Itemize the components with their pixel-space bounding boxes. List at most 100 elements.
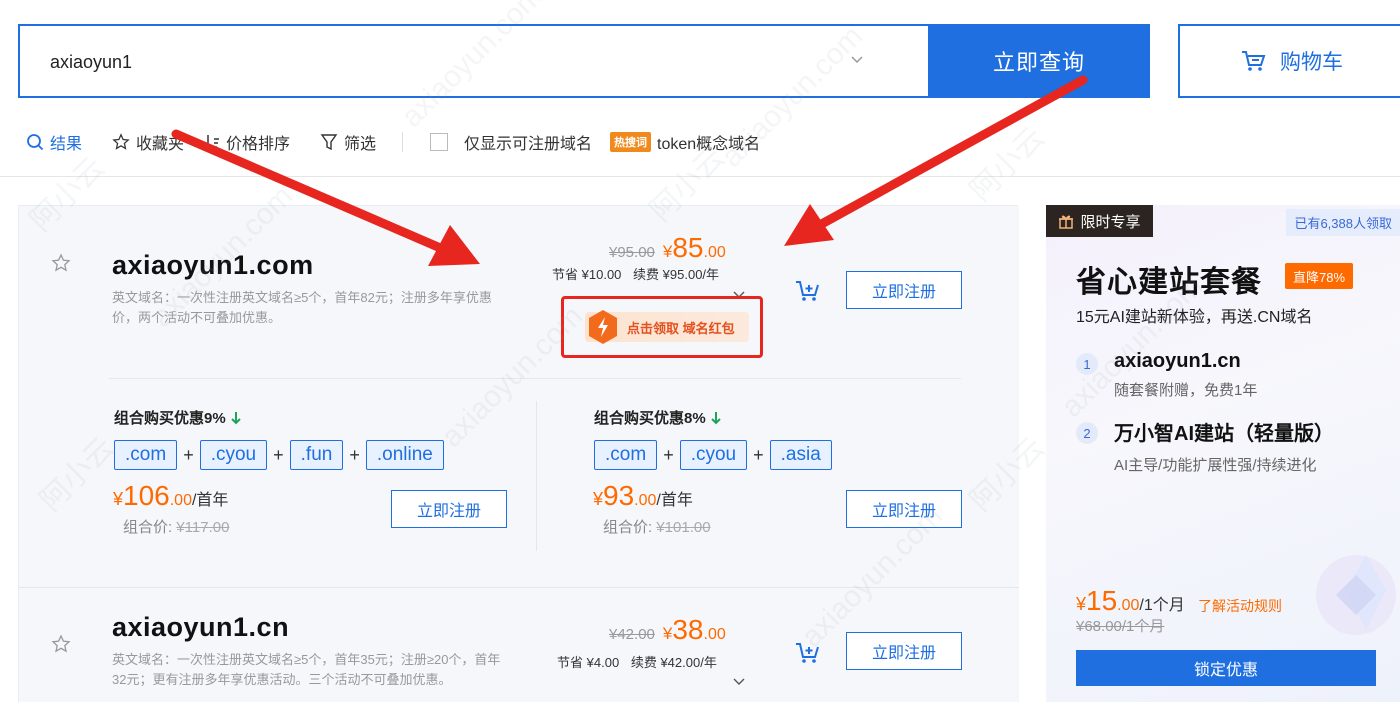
favorite-star-icon[interactable]: [51, 253, 71, 273]
register-button[interactable]: 立即注册: [846, 271, 962, 309]
domain-description: 英文域名：一次性注册英文域名≥5个，首年35元；注册≥20个，首年 32元；更有…: [112, 650, 532, 690]
promo-panel: 限时专享 已有6,388人领取 省心建站套餐 直降78% 15元AI建站新体验，…: [1046, 205, 1400, 702]
plus-sign: +: [183, 444, 194, 465]
price-meta: 节省 ¥10.00 续费 ¥95.00/年: [552, 264, 719, 283]
price-decimal: .00: [169, 492, 192, 509]
promo-item-desc: 随套餐附赠，免费1年: [1114, 382, 1258, 399]
search-input[interactable]: axiaoyun1: [50, 52, 132, 73]
domain-tag: .online: [365, 440, 444, 470]
cart-button[interactable]: 购物车: [1178, 24, 1400, 98]
domain-desc-line: 英文域名：一次性注册英文域名≥5个，首年82元；注册多年享优惠: [112, 290, 492, 305]
promo-item-desc: AI主导/功能扩展性强/持续进化: [1114, 457, 1317, 474]
tab-results[interactable]: 结果: [26, 130, 82, 154]
save-label: 节省: [557, 655, 584, 670]
save-value: ¥4.00: [586, 655, 620, 670]
tab-results-label: 结果: [50, 136, 83, 153]
item-number: 1: [1076, 353, 1098, 375]
limited-offer-text: 限时专享: [1080, 213, 1141, 231]
available-only-checkbox[interactable]: [430, 133, 448, 151]
combo-register-button[interactable]: 立即注册: [391, 490, 507, 528]
cart-icon: [1242, 51, 1266, 71]
star-icon: [112, 133, 130, 150]
renew-label: 续费: [633, 267, 660, 282]
favorite-star-icon[interactable]: [51, 634, 71, 654]
renew-value: ¥42.00/年: [660, 655, 717, 670]
plus-sign: +: [753, 444, 764, 465]
price-integer: 38: [672, 614, 704, 645]
add-to-cart-icon[interactable]: [795, 279, 821, 303]
promo-title: 省心建站套餐: [1076, 266, 1262, 299]
promo-subtitle: 15元AI建站新体验，再送.CN域名: [1076, 309, 1313, 326]
renew-value: ¥95.00/年: [662, 267, 720, 282]
plus-sign: +: [663, 444, 674, 465]
current-price: ¥38.00: [663, 614, 726, 646]
register-button[interactable]: 立即注册: [846, 632, 962, 670]
lightning-hexagon-icon: [589, 310, 617, 344]
combo-register-button[interactable]: 立即注册: [846, 490, 962, 528]
sort-price-label: 价格排序: [226, 136, 291, 153]
plus-sign: +: [349, 444, 360, 465]
domain-name[interactable]: axiaoyun1.cn: [112, 612, 289, 643]
claimed-count: 已有6,388人领取: [1286, 209, 1400, 236]
tab-favorites-label: 收藏夹: [136, 136, 185, 153]
available-only-toggle[interactable]: 仅显示可注册域名: [430, 130, 592, 154]
search-icon: [27, 134, 44, 151]
domain-name[interactable]: axiaoyun1.com: [112, 250, 314, 281]
plus-sign: +: [273, 444, 284, 465]
row-divider: [109, 378, 961, 379]
hot-keyword-link[interactable]: 热搜词 token概念域名: [610, 130, 760, 154]
hot-keyword-label: token概念域名: [657, 136, 761, 153]
domain-results-list: axiaoyun1.com 英文域名：一次性注册英文域名≥5个，首年82元；注册…: [18, 205, 1019, 702]
original-price: ¥95.00: [609, 244, 655, 261]
domain-tag: .com: [594, 440, 658, 470]
price-decimal: .00: [1117, 597, 1140, 614]
down-arrow-icon: [710, 411, 721, 424]
combo-original-price: 组合价: ¥101.00: [603, 516, 711, 537]
combo-divider: [536, 401, 537, 551]
domain-row: axiaoyun1.com 英文域名：一次性注册英文域名≥5个，首年82元；注册…: [19, 206, 1019, 588]
toolbar-divider: [402, 132, 403, 152]
filter-icon: [320, 134, 338, 151]
promo-item-title: axiaoyun1.cn: [1114, 350, 1241, 372]
domain-tag: .fun: [289, 440, 344, 470]
chevron-down-icon[interactable]: [733, 678, 745, 686]
price-symbol: ¥: [662, 242, 673, 261]
tab-favorites[interactable]: 收藏夹: [112, 130, 184, 154]
price-symbol: ¥: [113, 489, 124, 509]
promo-item-title: 万小智AI建站（轻量版）: [1114, 423, 1334, 445]
original-price: ¥42.00: [609, 626, 655, 643]
promo-item: 1 axiaoyun1.cn 随套餐附赠，免费1年: [1076, 350, 1257, 400]
filter-label: 筛选: [344, 136, 377, 153]
add-to-cart-icon[interactable]: [795, 641, 821, 665]
save-value: ¥10.00: [581, 267, 622, 282]
watermark: 阿小云: [963, 120, 1051, 208]
current-price: ¥85.00: [663, 232, 726, 264]
combo-orig-value: ¥101.00: [656, 519, 711, 536]
search-button[interactable]: 立即查询: [928, 24, 1150, 98]
search-input-box[interactable]: axiaoyun1: [18, 24, 928, 98]
domain-tag: .cyou: [199, 440, 268, 470]
price-block: ¥95.00 ¥85.00: [609, 232, 726, 264]
price-decimal: .00: [634, 492, 657, 509]
discount-badge: 直降78%: [1285, 263, 1354, 289]
domain-desc-line: 32元；更有注册多年享优惠活动。三个活动不可叠加优惠。: [112, 672, 452, 687]
price-symbol: ¥: [1076, 594, 1087, 614]
price-decimal: .00: [703, 626, 726, 643]
sort-price-button[interactable]: 价格排序: [204, 130, 290, 154]
renew-label: 续费: [630, 655, 657, 670]
combo-tags: .com + .cyou + .fun + .online: [114, 440, 444, 470]
cart-label: 购物车: [1280, 51, 1343, 74]
header-divider: [0, 176, 1400, 177]
price-integer: 93: [603, 480, 635, 511]
down-arrow-icon: [230, 411, 241, 424]
combo-original-price: 组合价: ¥117.00: [123, 516, 229, 537]
lock-discount-button[interactable]: 锁定优惠: [1076, 650, 1376, 686]
item-number: 2: [1076, 422, 1098, 444]
activity-rules-link[interactable]: 了解活动规则: [1198, 596, 1282, 616]
combo-title: 组合购买优惠9%: [114, 407, 242, 428]
combo-orig-label: 组合价:: [123, 519, 177, 536]
domain-desc-line: 英文域名：一次性注册英文域名≥5个，首年35元；注册≥20个，首年: [112, 652, 501, 667]
chevron-down-icon[interactable]: [850, 52, 864, 66]
filter-button[interactable]: 筛选: [320, 130, 376, 154]
save-label: 节省: [552, 267, 579, 282]
